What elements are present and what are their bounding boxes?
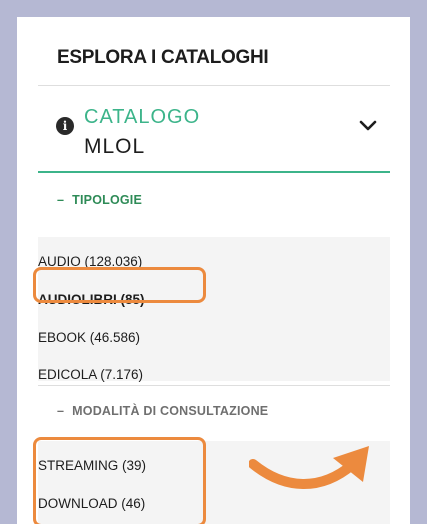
curved-arrow-icon	[249, 446, 369, 489]
explore-catalogs-panel: ESPLORA I CATALOGHI i CATALOGO MLOL – TIP…	[17, 17, 410, 524]
catalog-accent-line	[38, 171, 390, 173]
collapse-dash-icon: –	[57, 404, 65, 418]
highlight-box-consultazione	[33, 437, 206, 524]
section-header-tipologie[interactable]: – TIPOLOGIE	[57, 193, 142, 207]
panel-title: ESPLORA I CATALOGHI	[57, 47, 269, 68]
divider	[38, 385, 390, 386]
divider	[38, 85, 390, 86]
collapse-dash-icon: –	[57, 193, 65, 207]
catalog-label: CATALOGO	[84, 106, 201, 128]
section-title-modalita: MODALITÀ DI CONSULTAZIONE	[72, 404, 269, 418]
chevron-down-icon[interactable]	[358, 119, 378, 133]
filter-item-ebook[interactable]: EBOOK (46.586)	[38, 330, 140, 345]
section-header-modalita[interactable]: – MODALITÀ DI CONSULTAZIONE	[57, 404, 268, 418]
highlight-box-audiolibri	[33, 267, 206, 303]
filter-item-edicola[interactable]: EDICOLA (7.176)	[38, 367, 143, 382]
info-icon[interactable]: i	[56, 117, 74, 135]
catalog-selector[interactable]: i CATALOGO MLOL	[38, 95, 390, 171]
catalog-value: MLOL	[84, 135, 146, 158]
section-title-tipologie: TIPOLOGIE	[72, 193, 143, 207]
